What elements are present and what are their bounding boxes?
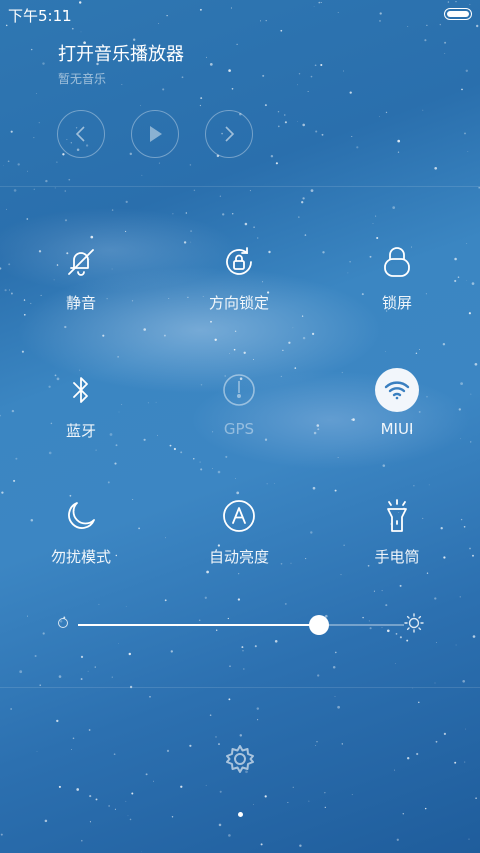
- previous-button[interactable]: [57, 110, 105, 158]
- toggle-flashlight[interactable]: 手电筒: [337, 492, 457, 567]
- music-title[interactable]: 打开音乐播放器: [58, 40, 184, 66]
- rotation-lock-icon: [215, 238, 263, 286]
- brightness-thumb[interactable]: [309, 615, 330, 635]
- settings-gear-icon[interactable]: [223, 742, 257, 776]
- brightness-slider[interactable]: [58, 610, 424, 640]
- toggle-label: 静音: [65, 294, 96, 312]
- next-button[interactable]: [205, 110, 253, 158]
- brightness-high-icon: [404, 613, 424, 633]
- play-icon: [150, 126, 162, 142]
- toggle-auto-brightness[interactable]: 自动亮度: [179, 492, 299, 567]
- toggle-label: GPS: [223, 420, 255, 438]
- brightness-low-icon: [58, 618, 68, 628]
- toggle-label: 方向锁定: [208, 294, 269, 312]
- toggle-bluetooth[interactable]: 蓝牙: [21, 366, 141, 441]
- brightness-fill: [78, 624, 320, 626]
- status-bar: 下午5:11: [0, 0, 480, 28]
- toggle-mute[interactable]: 静音: [21, 238, 141, 313]
- lock-icon: [373, 238, 421, 286]
- toggle-gps[interactable]: GPS: [179, 366, 299, 438]
- divider: [0, 186, 480, 187]
- gps-icon: [215, 366, 263, 414]
- flashlight-icon: [373, 492, 421, 540]
- music-subtitle: 暂无音乐: [58, 72, 107, 86]
- moon-icon: [57, 492, 105, 540]
- bell-off-icon: [57, 238, 105, 286]
- page-dot: [237, 812, 243, 817]
- toggle-lock-screen[interactable]: 锁屏: [337, 238, 457, 313]
- toggle-label: 勿扰模式: [50, 548, 111, 566]
- toggle-label: 锁屏: [381, 294, 412, 312]
- divider: [0, 687, 480, 688]
- wifi-icon: [373, 366, 421, 414]
- toggle-label: MIUI: [380, 420, 414, 438]
- next-icon: [225, 126, 235, 142]
- toggle-label: 自动亮度: [208, 548, 269, 566]
- toggle-label: 蓝牙: [65, 422, 96, 440]
- toggle-do-not-disturb[interactable]: 勿扰模式: [21, 492, 141, 567]
- toggle-rotation-lock[interactable]: 方向锁定: [179, 238, 299, 313]
- toggle-label: 手电筒: [374, 548, 420, 566]
- toggle-wifi[interactable]: MIUI: [337, 366, 457, 438]
- music-player-widget[interactable]: 打开音乐播放器 暂无音乐: [58, 40, 184, 87]
- battery-icon: [444, 8, 472, 20]
- status-time: 下午5:11: [8, 7, 72, 25]
- page-indicator: [0, 812, 480, 817]
- play-button[interactable]: [131, 110, 179, 158]
- brightness-track[interactable]: [78, 615, 404, 635]
- bluetooth-icon: [57, 366, 105, 414]
- auto-brightness-icon: [215, 492, 263, 540]
- previous-icon: [75, 126, 85, 142]
